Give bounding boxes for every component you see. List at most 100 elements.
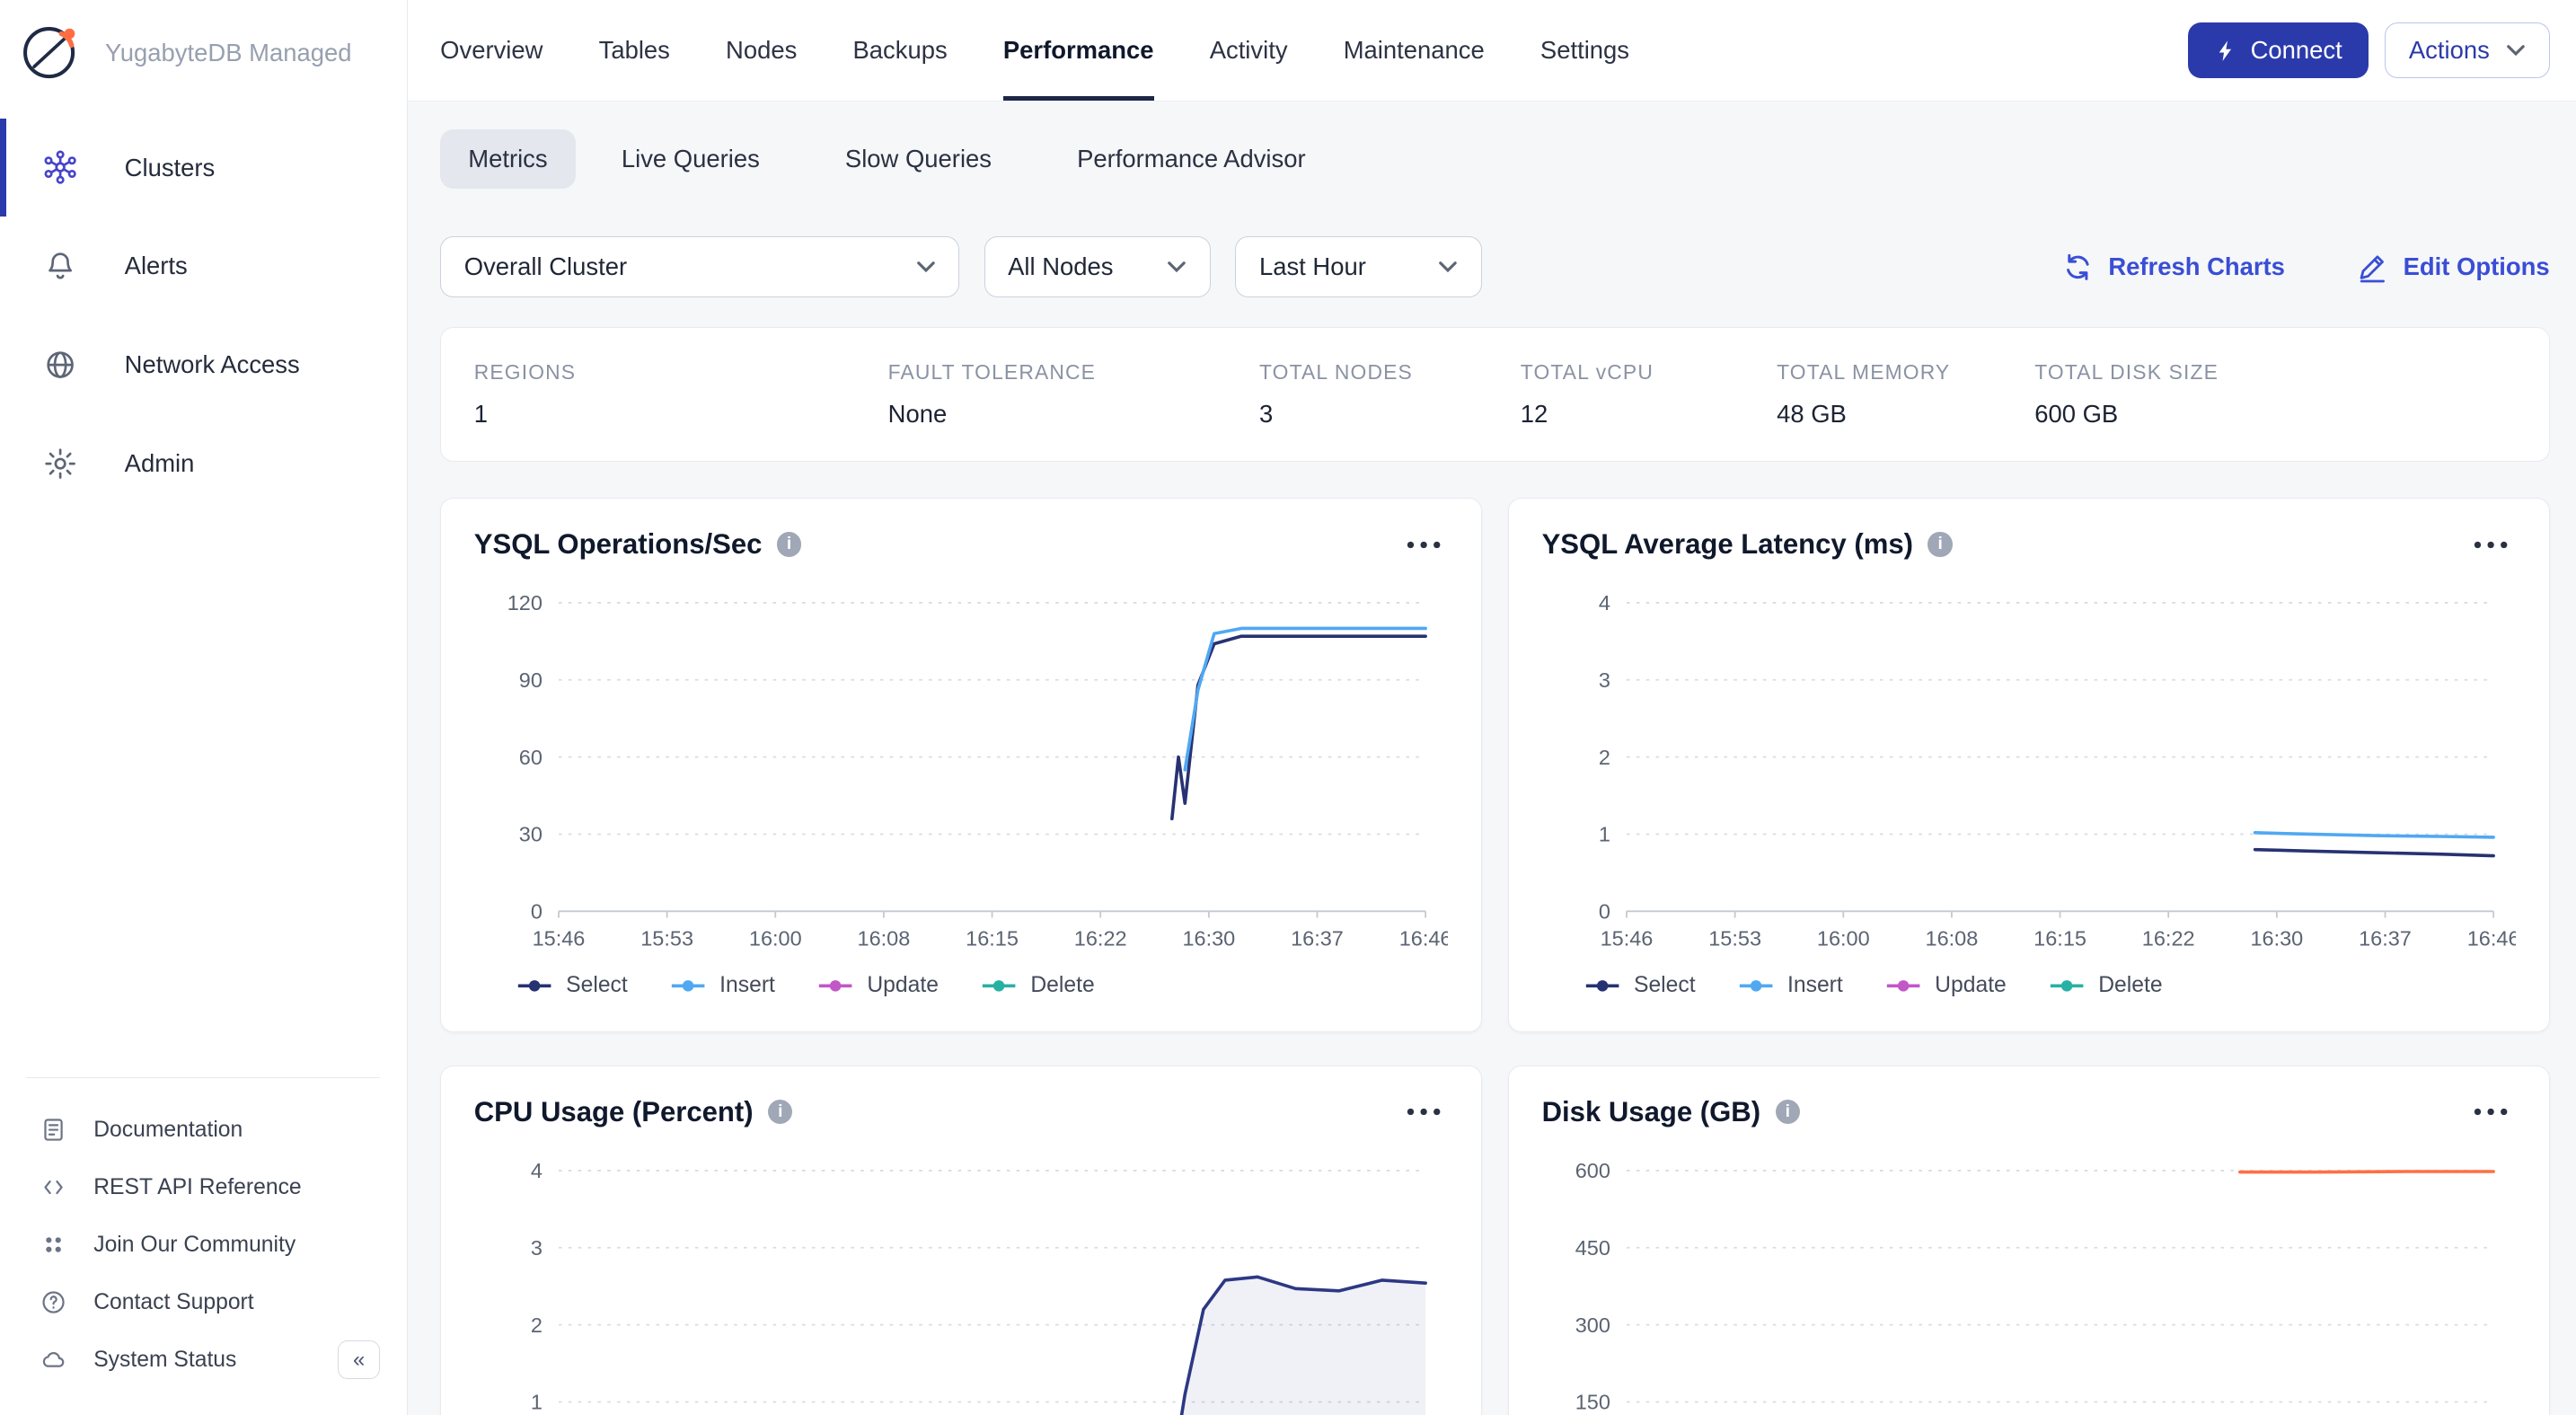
tab-performance[interactable]: Performance — [1003, 0, 1154, 101]
stat-regions: REGIONS 1 — [474, 360, 888, 428]
tab-settings[interactable]: Settings — [1540, 0, 1629, 101]
svg-text:16:15: 16:15 — [966, 927, 1019, 951]
svg-text:1: 1 — [1598, 823, 1610, 846]
svg-text:16:22: 16:22 — [2141, 927, 2194, 951]
stat-label: REGIONS — [474, 360, 888, 385]
cluster-stats-bar: REGIONS 1 FAULT TOLERANCE None TOTAL NOD… — [440, 327, 2549, 462]
svg-text:16:30: 16:30 — [2250, 927, 2303, 951]
sidebar-item-label: Documentation — [93, 1118, 243, 1143]
legend-item-update[interactable]: Update — [1885, 973, 2006, 998]
cluster-select[interactable]: Overall Cluster — [440, 236, 959, 297]
sidebar-item-clusters[interactable]: Clusters — [0, 119, 407, 217]
legend-item-insert[interactable]: Insert — [1738, 973, 1843, 998]
svg-text:16:30: 16:30 — [1182, 927, 1235, 951]
tab-backups[interactable]: Backups — [853, 0, 948, 101]
legend-marker-icon — [1885, 979, 1921, 993]
sidebar-item-label: REST API Reference — [93, 1175, 301, 1200]
sidebar-item-rest-api[interactable]: REST API Reference — [0, 1159, 407, 1216]
tab-activity[interactable]: Activity — [1210, 0, 1288, 101]
stat-fault-tolerance: FAULT TOLERANCE None — [888, 360, 1259, 428]
performance-subtabs: Metrics Live Queries Slow Queries Perfor… — [440, 129, 2549, 189]
legend-item-select[interactable]: Select — [516, 973, 627, 998]
time-range-select[interactable]: Last Hour — [1235, 236, 1481, 297]
legend-marker-icon — [1584, 979, 1620, 993]
legend-item-update[interactable]: Update — [817, 973, 938, 998]
edit-options-button[interactable]: Edit Options — [2357, 252, 2549, 283]
sidebar-item-system-status[interactable]: System Status « — [0, 1331, 407, 1389]
charts-grid: YSQL Operations/Sec 030609012015:4615:53… — [440, 498, 2549, 1415]
svg-text:90: 90 — [519, 668, 543, 692]
subtab-performance-advisor[interactable]: Performance Advisor — [1037, 129, 1345, 189]
chart-card-ysql-operations: YSQL Operations/Sec 030609012015:4615:53… — [440, 498, 1482, 1032]
sidebar-item-documentation[interactable]: Documentation — [0, 1101, 407, 1159]
app-root: YugabyteDB Managed Clusters — [0, 0, 2576, 1415]
nodes-select[interactable]: All Nodes — [984, 236, 1211, 297]
info-icon[interactable] — [1776, 1100, 1800, 1124]
tab-nodes[interactable]: Nodes — [726, 0, 797, 101]
chart-title: YSQL Average Latency (ms) — [1542, 528, 1913, 561]
svg-text:0: 0 — [1598, 900, 1610, 924]
svg-text:3: 3 — [531, 1236, 543, 1260]
subtab-slow-queries[interactable]: Slow Queries — [806, 129, 1031, 189]
svg-text:15:46: 15:46 — [1600, 927, 1653, 951]
tab-overview[interactable]: Overview — [440, 0, 543, 101]
chart-menu-button[interactable] — [2466, 533, 2516, 556]
chart-title: Disk Usage (GB) — [1542, 1096, 1761, 1128]
svg-text:0: 0 — [531, 900, 543, 924]
svg-text:600: 600 — [1575, 1159, 1610, 1182]
chevron-down-icon — [916, 261, 936, 274]
tab-tables[interactable]: Tables — [599, 0, 670, 101]
svg-text:15:46: 15:46 — [532, 927, 585, 951]
sidebar-item-network-access[interactable]: Network Access — [0, 315, 407, 414]
info-icon[interactable] — [777, 532, 801, 556]
sidebar-item-alerts[interactable]: Alerts — [0, 217, 407, 315]
sidebar: YugabyteDB Managed Clusters — [0, 0, 408, 1415]
stat-total-vcpu: TOTAL vCPU 12 — [1521, 360, 1777, 428]
time-range-value: Last Hour — [1259, 252, 1366, 281]
legend-label: Delete — [2098, 973, 2162, 998]
brand[interactable]: YugabyteDB Managed — [0, 0, 407, 119]
sidebar-collapse-button[interactable]: « — [338, 1340, 381, 1380]
globe-icon — [42, 347, 78, 383]
cluster-select-value: Overall Cluster — [464, 252, 627, 281]
sidebar-item-label: Alerts — [125, 252, 188, 280]
legend-item-select[interactable]: Select — [1584, 973, 1695, 998]
info-icon[interactable] — [768, 1100, 792, 1124]
connect-button[interactable]: Connect — [2188, 22, 2369, 78]
subtab-live-queries[interactable]: Live Queries — [582, 129, 799, 189]
ellipsis-icon — [2473, 1107, 2509, 1117]
code-icon — [40, 1173, 67, 1201]
svg-text:4: 4 — [1598, 591, 1610, 615]
refresh-icon — [2062, 252, 2094, 283]
chart-menu-button[interactable] — [2466, 1101, 2516, 1124]
subtab-metrics[interactable]: Metrics — [440, 129, 576, 189]
tab-maintenance[interactable]: Maintenance — [1344, 0, 1485, 101]
chart-menu-button[interactable] — [1398, 533, 1448, 556]
ysql-operations-chart: 030609012015:4615:5316:0016:0816:1516:22… — [474, 577, 1448, 998]
sidebar-item-admin[interactable]: Admin — [0, 414, 407, 513]
legend-marker-icon — [981, 979, 1017, 993]
filter-row: Overall Cluster All Nodes Last Hour — [440, 236, 2549, 297]
sidebar-item-contact-support[interactable]: Contact Support — [0, 1274, 407, 1331]
svg-text:150: 150 — [1575, 1390, 1610, 1413]
sidebar-item-community[interactable]: Join Our Community — [0, 1216, 407, 1274]
chart-card-ysql-latency: YSQL Average Latency (ms) 0123415:4615:5… — [1508, 498, 2550, 1032]
refresh-charts-button[interactable]: Refresh Charts — [2062, 252, 2285, 283]
legend-marker-icon — [516, 979, 552, 993]
bolt-icon — [2214, 38, 2237, 64]
info-icon[interactable] — [1928, 532, 1952, 556]
legend-item-delete[interactable]: Delete — [981, 973, 1094, 998]
actions-button[interactable]: Actions — [2385, 22, 2549, 78]
filter-links: Refresh Charts Edit Options — [2062, 252, 2549, 283]
gear-icon — [42, 446, 78, 482]
svg-text:2: 2 — [1598, 746, 1610, 769]
stat-value: None — [888, 400, 1259, 429]
legend-item-delete[interactable]: Delete — [2049, 973, 2162, 998]
svg-text:300: 300 — [1575, 1313, 1610, 1337]
stat-label: FAULT TOLERANCE — [888, 360, 1259, 385]
legend-item-insert[interactable]: Insert — [670, 973, 775, 998]
sidebar-item-label: Join Our Community — [93, 1233, 296, 1258]
svg-text:16:00: 16:00 — [749, 927, 802, 951]
chart-legend: Select Insert Update Delete — [1584, 973, 2516, 998]
chart-menu-button[interactable] — [1398, 1101, 1448, 1124]
